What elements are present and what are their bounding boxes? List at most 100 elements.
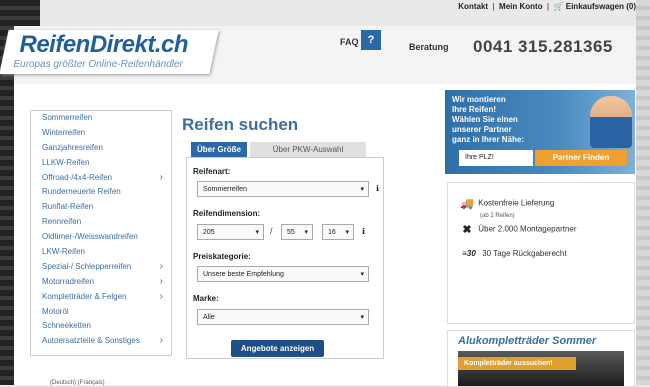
sidebar-item-label: Motorradreifen <box>42 276 95 286</box>
cart-icon[interactable]: 🛒 <box>554 2 564 11</box>
chevron-right-icon: › <box>159 275 163 287</box>
phone-number: 0041 315.281365 <box>473 37 613 56</box>
promo-line: unserer Partner <box>452 125 512 134</box>
sidebar-item-llkw[interactable]: LLKW-Reifen <box>31 156 171 171</box>
sidebar-item-offroad[interactable]: Offroad-/4x4-Reifen › <box>31 171 171 186</box>
mechanic-image <box>590 96 632 148</box>
preis-select[interactable]: Unsere beste Empfehlung ▾ <box>197 266 369 282</box>
sidebar-item-sommerreifen[interactable]: Sommerreifen <box>31 111 171 126</box>
kompletraeder-button[interactable]: Kompletträder aussuchen! <box>458 357 576 370</box>
chevron-down-icon: ▾ <box>360 271 364 278</box>
montage-promo-banner[interactable]: Wir montieren Ihre Reifen! Wählen Sie ei… <box>445 90 635 174</box>
features-box: 🚚 Kostenfreie Lieferung (ab 2 Reifen) ✖ … <box>447 182 635 324</box>
kontakt-link[interactable]: Kontakt <box>458 2 488 11</box>
chevron-down-icon: ▾ <box>345 229 349 236</box>
marke-value: Alle <box>203 314 215 321</box>
category-sidebar: Sommerreifen Winterreifen Ganzjahresreif… <box>30 110 172 356</box>
sidebar-item-label: Sommerreifen <box>42 113 93 122</box>
tyre-background-right <box>636 0 650 385</box>
mein-konto-link[interactable]: Mein Konto <box>499 2 543 11</box>
sidebar-item-label: Kompletträder & Felgen <box>42 291 127 301</box>
beratung-label: Beratung <box>409 42 449 52</box>
info-icon[interactable]: ℹ <box>376 184 379 193</box>
dimension-label: Reifendimension: <box>193 209 261 218</box>
sidebar-item-label: Motoröl <box>42 306 69 316</box>
feature-partners-text: Über 2.000 Montagepartner <box>478 224 577 234</box>
sidebar-item-label: Ganzjahresreifen <box>42 142 103 152</box>
language-links[interactable]: (Deutsch) (Français) <box>50 380 105 386</box>
feature-return-text: 30 Tage Rückgaberecht <box>482 249 567 258</box>
plz-input[interactable]: Ihre PLZ! <box>459 150 533 166</box>
feature-delivery-sub: (ab 2 Reifen) <box>480 213 515 219</box>
tab-ueber-groesse[interactable]: Über Größe <box>191 142 247 158</box>
chevron-right-icon: › <box>159 290 163 302</box>
cart-link[interactable]: Einkaufswagen (0) <box>566 2 636 11</box>
chevron-down-icon: ▾ <box>360 186 364 193</box>
promo-line: Ihre Reifen! <box>452 105 497 114</box>
faq-question-icon[interactable]: ? <box>361 30 381 50</box>
marke-select[interactable]: Alle ▾ <box>197 309 369 325</box>
feature-return: ≡30 30 Tage Rückgaberecht <box>458 249 567 259</box>
sidebar-item-label: Spezial-/ Schlepperreifen <box>42 261 132 271</box>
plz-placeholder: Ihre PLZ! <box>465 154 494 161</box>
ratio-value: 55 <box>287 229 295 236</box>
promo-line: Wählen Sie einen <box>452 115 518 124</box>
tools-icon: ✖ <box>462 224 472 236</box>
angebote-anzeigen-button[interactable]: Angebote anzeigen <box>231 340 324 357</box>
rim-select[interactable]: 16 ▾ <box>322 224 354 240</box>
width-select[interactable]: 205 ▾ <box>197 224 264 240</box>
promo-line: Wir montieren <box>452 95 506 104</box>
tab-pkw-auswahl[interactable]: Über PKW-Auswahl <box>250 142 366 157</box>
sidebar-item-rennreifen[interactable]: Rennreifen <box>31 215 171 230</box>
chevron-down-icon: ▾ <box>255 229 259 236</box>
alu-kompletraeder-box[interactable]: Alukompletträder Sommer Kompletträder au… <box>447 330 635 387</box>
alu-heading: Alukompletträder Sommer <box>458 335 597 347</box>
partner-finden-button[interactable]: Partner Finden <box>535 150 627 166</box>
dimension-slash: / <box>270 226 273 236</box>
sidebar-item-lkw[interactable]: LKW-Reifen <box>31 245 171 260</box>
preis-label: Preiskategorie: <box>193 252 251 261</box>
reifenart-value: Sommerreifen <box>203 186 247 193</box>
marke-label: Marke: <box>193 294 219 303</box>
feature-delivery: 🚚 Kostenfreie Lieferung (ab 2 Reifen) <box>458 197 554 219</box>
faq-link[interactable]: FAQ <box>340 37 359 47</box>
chevron-down-icon: ▾ <box>360 314 364 321</box>
return-30-icon: ≡30 <box>462 249 476 259</box>
sidebar-item-label: Schneeketten <box>42 321 91 331</box>
sidebar-item-runderneuerte[interactable]: Runderneuerte Reifen <box>31 185 171 200</box>
sidebar-item-label: Autoersatzteile & Sonstiges <box>42 336 140 346</box>
sidebar-item-label: Winterreifen <box>42 127 86 137</box>
logo[interactable]: ReifenDirekt.ch Europas größter Online-R… <box>0 30 219 74</box>
promo-line: ganz in Ihrer Nähe: <box>452 135 525 144</box>
ratio-select[interactable]: 55 ▾ <box>281 224 313 240</box>
sidebar-item-komplettraeder[interactable]: Kompletträder & Felgen › <box>31 290 171 305</box>
sidebar-item-ganzjahresreifen[interactable]: Ganzjahresreifen <box>31 141 171 156</box>
width-value: 205 <box>203 229 215 236</box>
chevron-right-icon: › <box>159 171 163 183</box>
promo-text: Wir montieren Ihre Reifen! Wählen Sie ei… <box>452 95 570 145</box>
sidebar-item-label: Runderneuerte Reifen <box>42 187 121 197</box>
sidebar-item-schneeketten[interactable]: Schneeketten <box>31 319 171 334</box>
chevron-right-icon: › <box>159 260 163 272</box>
sidebar-item-autoersatzteile[interactable]: Autoersatzteile & Sonstiges › <box>31 334 171 349</box>
logo-tagline: Europas größter Online-Reifenhändler <box>13 59 183 70</box>
feature-partners: ✖ Über 2.000 Montagepartner <box>458 223 577 236</box>
sidebar-item-label: LKW-Reifen <box>42 247 85 257</box>
reifenart-select[interactable]: Sommerreifen ▾ <box>197 181 369 197</box>
top-links: Kontakt | Mein Konto | 🛒 Einkaufswagen (… <box>458 2 636 11</box>
sidebar-item-label: Oldtimer-/Weisswandreifen <box>42 232 138 242</box>
sidebar-item-motorrad[interactable]: Motorradreifen › <box>31 275 171 290</box>
logo-text: ReifenDirekt.ch <box>19 31 189 58</box>
sidebar-item-runflat[interactable]: Runflat-Reifen <box>31 200 171 215</box>
sidebar-item-label: Rennreifen <box>42 217 82 227</box>
sidebar-item-spezial[interactable]: Spezial-/ Schlepperreifen › <box>31 260 171 275</box>
sidebar-item-label: LLKW-Reifen <box>42 157 90 167</box>
chevron-right-icon: › <box>159 335 163 347</box>
info-icon[interactable]: ℹ <box>362 227 365 236</box>
rim-value: 16 <box>328 229 336 236</box>
reifenart-label: Reifenart: <box>193 167 231 176</box>
chevron-down-icon: ▾ <box>304 229 308 236</box>
sidebar-item-oldtimer[interactable]: Oldtimer-/Weisswandreifen <box>31 230 171 245</box>
sidebar-item-winterreifen[interactable]: Winterreifen <box>31 126 171 141</box>
sidebar-item-motoroel[interactable]: Motoröl <box>31 305 171 320</box>
